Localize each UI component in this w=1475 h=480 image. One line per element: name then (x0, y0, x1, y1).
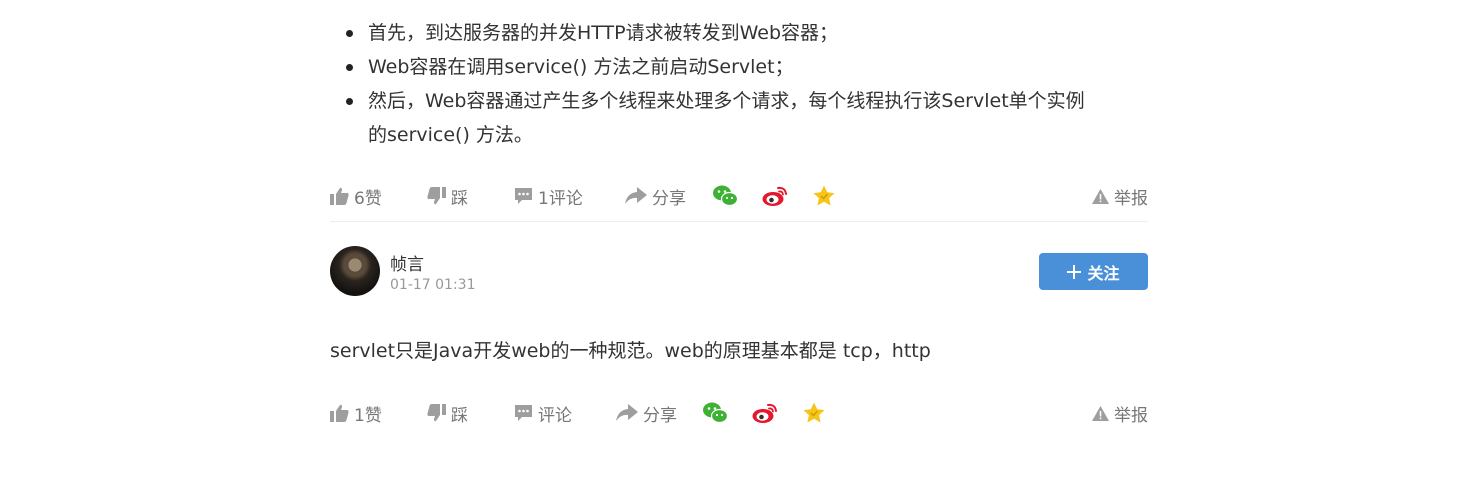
comment-button[interactable]: 1评论 (514, 182, 583, 210)
avatar[interactable] (330, 246, 380, 296)
post-time: 01-17 01:31 (390, 277, 476, 293)
star-icon (813, 185, 835, 207)
share-wechat-button[interactable] (703, 399, 728, 427)
warning-icon (1092, 188, 1109, 204)
page: 首先，到达服务器的并发HTTP请求被转发到Web容器； Web容器在调用serv… (0, 0, 1475, 480)
wechat-icon (713, 185, 738, 207)
list-item: Web容器在调用service() 方法之前启动Servlet； (342, 50, 1142, 84)
share-icon (625, 187, 647, 205)
comment-button[interactable]: 评论 (514, 399, 572, 427)
favorite-button[interactable] (803, 399, 825, 427)
wechat-icon (703, 402, 728, 424)
comment-icon (514, 187, 533, 205)
answer2-author-row: 帧言 01-17 01:31 关注 (330, 246, 1148, 298)
share-icon (616, 404, 638, 422)
thumbs-down-icon (427, 187, 446, 205)
dislike-button[interactable]: 踩 (427, 182, 468, 210)
answer-divider (330, 221, 1148, 222)
follow-button[interactable]: 关注 (1039, 253, 1148, 290)
share-weibo-button[interactable] (752, 399, 778, 427)
plus-icon (1067, 264, 1082, 279)
star-icon (803, 402, 825, 424)
report-button[interactable]: 举报 (1092, 399, 1148, 427)
list-item: 然后，Web容器通过产生多个线程来处理多个请求，每个线程执行该Servlet单个… (342, 84, 1142, 152)
share-weibo-button[interactable] (762, 182, 788, 210)
author-name[interactable]: 帧言 (390, 250, 424, 275)
answer1-bullet-list: 首先，到达服务器的并发HTTP请求被转发到Web容器； Web容器在调用serv… (342, 16, 1142, 152)
answer2-text: servlet只是Java开发web的一种规范。web的原理基本都是 tcp，h… (330, 340, 931, 362)
thumbs-up-icon (330, 404, 349, 422)
warning-icon (1092, 405, 1109, 421)
report-button[interactable]: 举报 (1092, 182, 1148, 210)
dislike-button[interactable]: 踩 (427, 399, 468, 427)
list-item: 首先，到达服务器的并发HTTP请求被转发到Web容器； (342, 16, 1142, 50)
share-button[interactable]: 分享 (625, 182, 686, 210)
like-button[interactable]: 1赞 (330, 399, 382, 427)
weibo-icon (752, 402, 778, 424)
share-wechat-button[interactable] (713, 182, 738, 210)
answer1-action-bar: 6赞 踩 1评论 分享 举报 (330, 182, 1148, 210)
share-button[interactable]: 分享 (616, 399, 677, 427)
weibo-icon (762, 185, 788, 207)
thumbs-down-icon (427, 404, 446, 422)
comment-icon (514, 404, 533, 422)
thumbs-up-icon (330, 187, 349, 205)
favorite-button[interactable] (813, 182, 835, 210)
like-button[interactable]: 6赞 (330, 182, 382, 210)
answer2-action-bar: 1赞 踩 评论 分享 举报 (330, 399, 1148, 427)
